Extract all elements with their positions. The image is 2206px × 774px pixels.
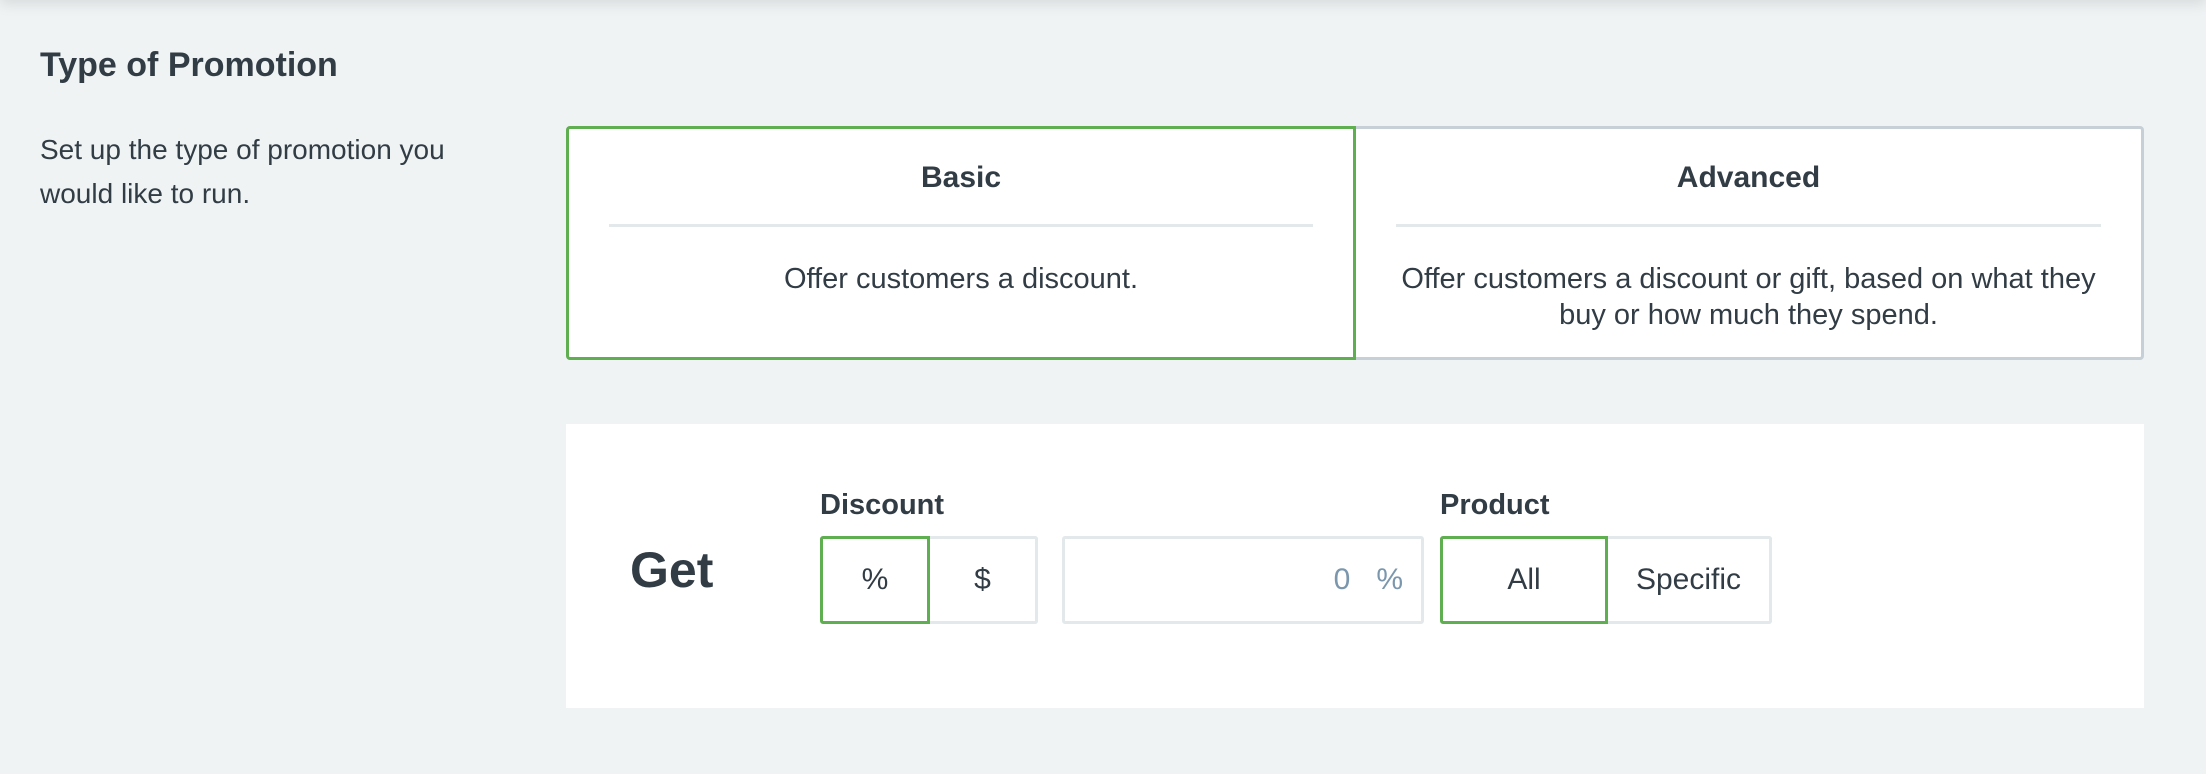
discount-amount-value: 0 — [1333, 563, 1351, 596]
discount-type-toggle: % $ — [820, 536, 1038, 624]
product-specific-button[interactable]: Specific — [1608, 536, 1772, 624]
product-label: Product — [1440, 489, 1550, 521]
discount-percent-button[interactable]: % — [820, 536, 930, 624]
promotion-type-advanced-card[interactable]: Advanced Offer customers a discount or g… — [1356, 126, 2144, 360]
advanced-card-description: Offer customers a discount or gift, base… — [1401, 263, 2096, 331]
get-panel: Get Discount % $ 0 % Product All Specifi… — [566, 424, 2144, 708]
section-description: Set up the type of promotion you would l… — [40, 134, 445, 209]
product-scope-toggle: All Specific — [1440, 536, 1772, 624]
promotion-type-basic-card[interactable]: Basic Offer customers a discount. — [566, 126, 1356, 360]
promotion-type-selector: Basic Offer customers a discount. Advanc… — [566, 126, 2144, 360]
basic-card-title: Basic — [920, 161, 1002, 194]
get-label: Get — [630, 542, 714, 598]
discount-label: Discount — [820, 489, 945, 521]
discount-dollar-button[interactable]: $ — [930, 536, 1038, 624]
product-all-button[interactable]: All — [1440, 536, 1608, 624]
advanced-card-title: Advanced — [1676, 161, 1821, 194]
discount-amount-input[interactable]: 0 % — [1062, 536, 1424, 624]
section-title: Type of Promotion — [40, 46, 338, 84]
basic-card-divider — [609, 224, 1313, 227]
discount-amount-unit: % — [1376, 563, 1403, 596]
basic-card-description: Offer customers a discount. — [783, 263, 1139, 295]
advanced-card-divider — [1396, 224, 2101, 227]
